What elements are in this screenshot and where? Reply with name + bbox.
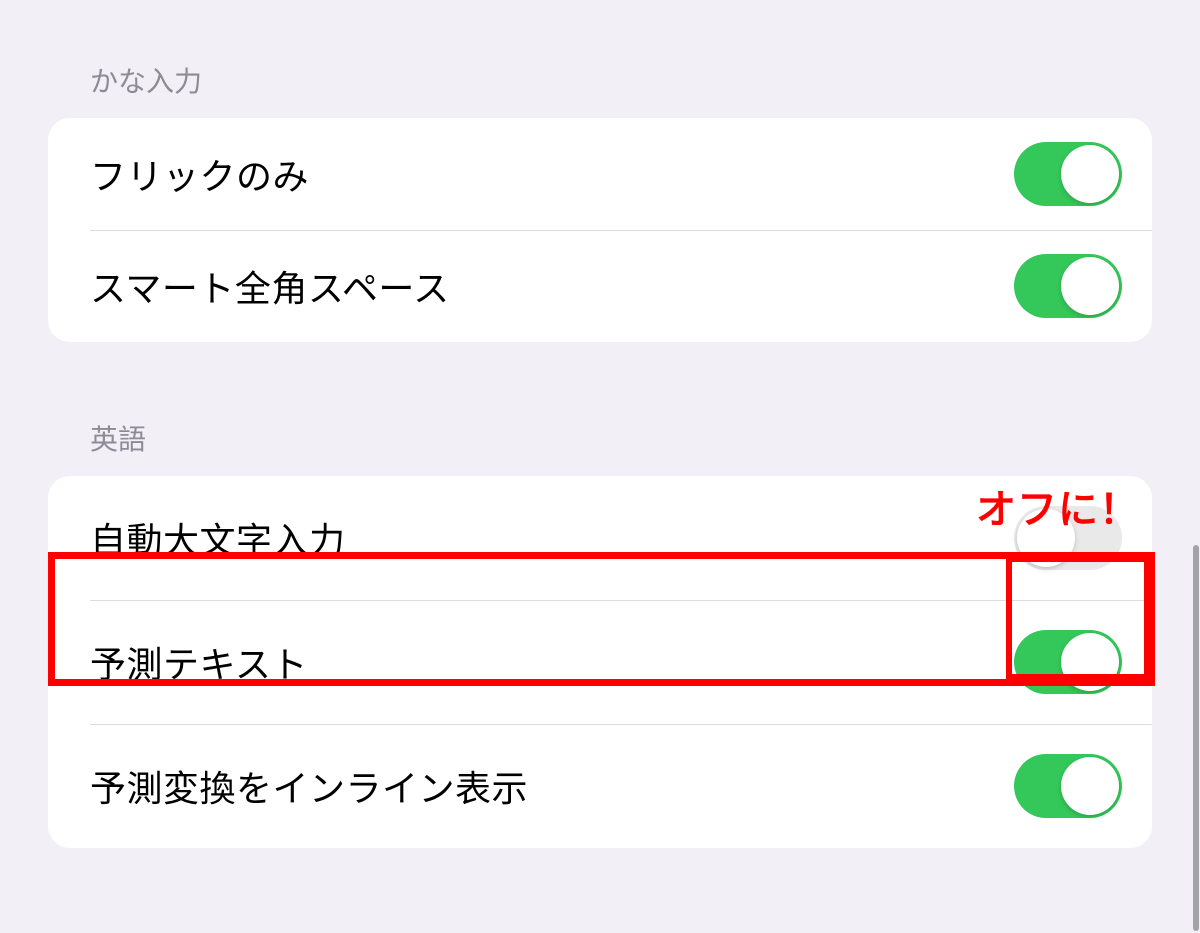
scrollbar-vertical[interactable]: [1193, 545, 1199, 931]
setting-label: 予測変換をインライン表示: [90, 760, 528, 812]
setting-row-inline-predictions: 予測変換をインライン表示: [48, 724, 1152, 848]
setting-label: フリックのみ: [90, 148, 309, 200]
setting-row-flick-only: フリックのみ: [48, 118, 1152, 230]
toggle-knob: [1061, 145, 1119, 203]
toggle-inline-predictions[interactable]: [1014, 754, 1122, 818]
setting-row-predictive-text: 予測テキスト: [48, 600, 1152, 724]
setting-row-smart-fullwidth-space: スマート全角スペース: [48, 230, 1152, 342]
toggle-knob: [1061, 257, 1119, 315]
annotation-callout: オフに！: [976, 477, 1140, 535]
section-header-english: 英語: [48, 418, 1152, 476]
section-header-kana: かな入力: [48, 60, 1152, 118]
toggle-knob: [1061, 757, 1119, 815]
toggle-smart-fullwidth-space[interactable]: [1014, 254, 1122, 318]
setting-label: 予測テキスト: [90, 636, 308, 688]
setting-label: スマート全角スペース: [90, 260, 450, 312]
toggle-predictive-text[interactable]: [1014, 630, 1122, 694]
settings-group-kana: フリックのみ スマート全角スペース: [48, 118, 1152, 342]
toggle-knob: [1061, 633, 1119, 691]
toggle-flick-only[interactable]: [1014, 142, 1122, 206]
setting-label: 自動大文字入力: [90, 512, 346, 564]
